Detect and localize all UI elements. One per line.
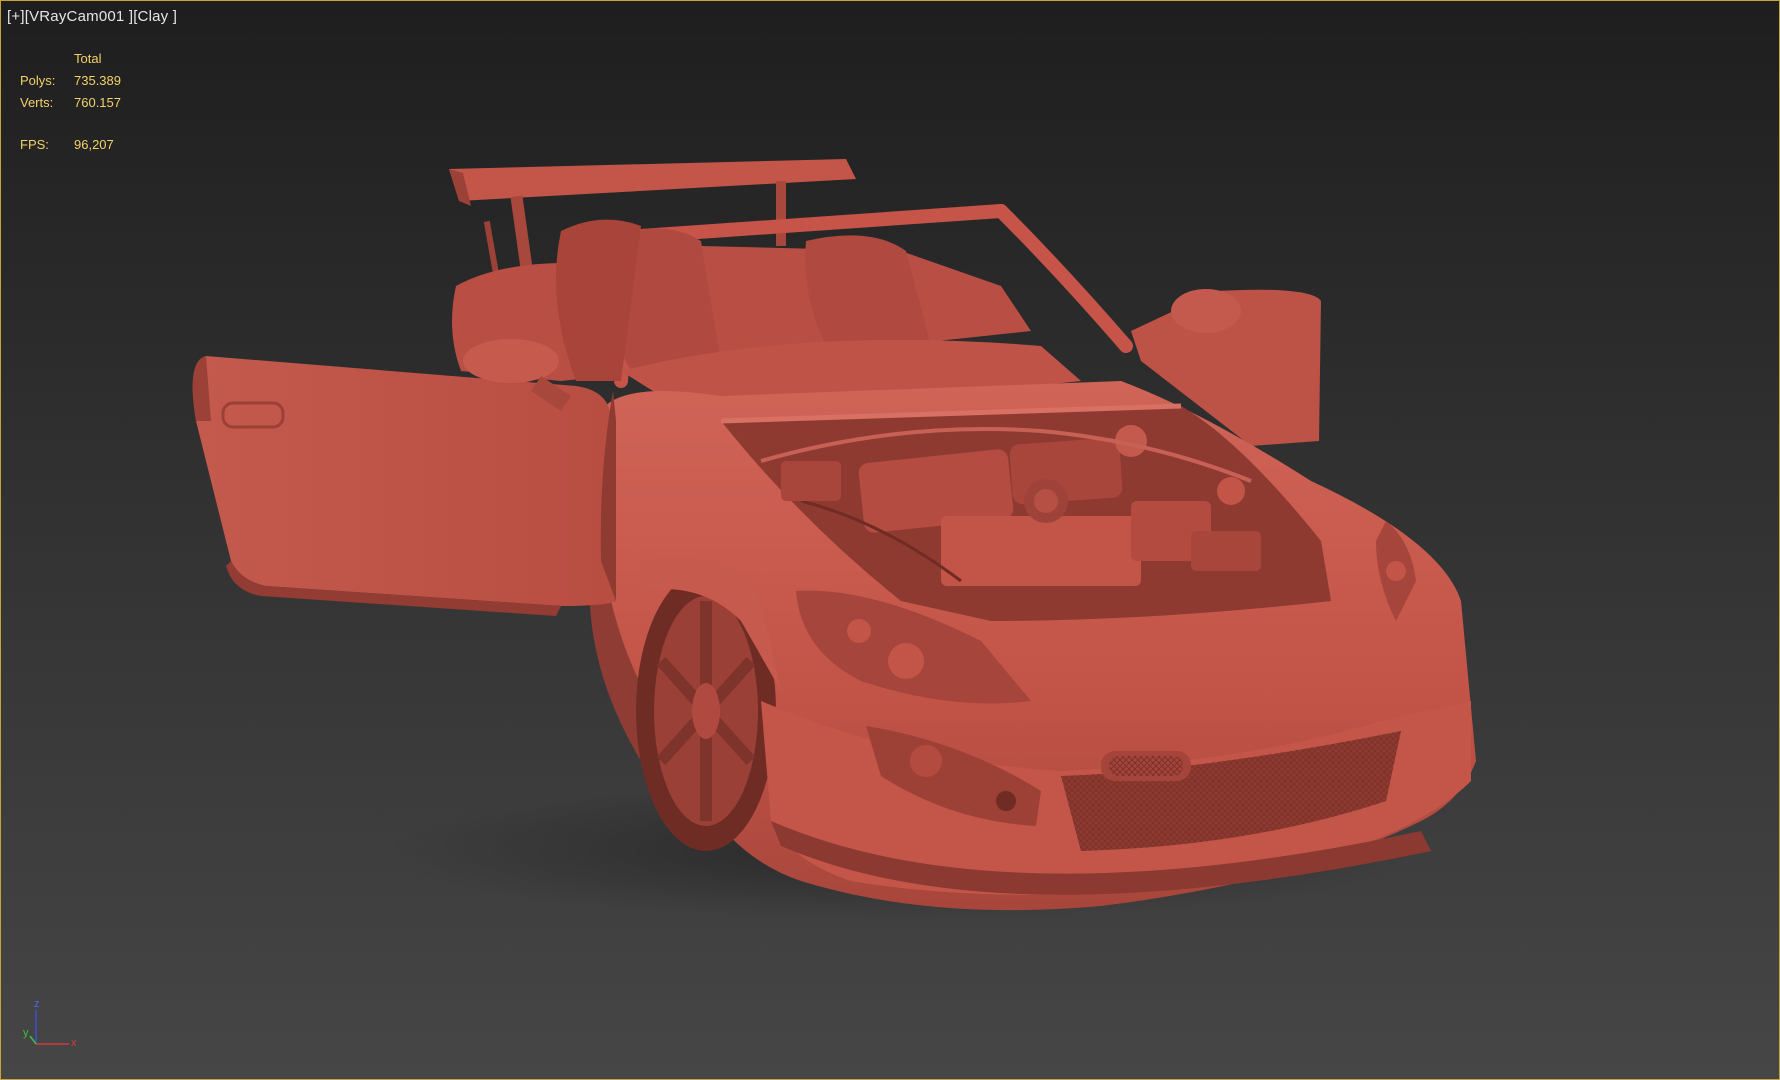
fog-light <box>910 745 942 777</box>
viewport[interactable]: [+][VRayCam001 ][Clay ] Total Polys: 735.… <box>0 0 1780 1080</box>
z-axis-label: z <box>34 998 40 1010</box>
fog-light-small <box>996 791 1016 811</box>
car-clay-model[interactable] <box>1 1 1779 1079</box>
x-axis-label: x <box>71 1037 77 1049</box>
y-axis-label: y <box>23 1027 29 1039</box>
y-axis-line <box>29 1035 37 1045</box>
upper-intake-mesh <box>1109 756 1183 776</box>
axis-gizmo: z y x <box>23 998 77 1049</box>
right-mirror <box>1171 289 1241 333</box>
